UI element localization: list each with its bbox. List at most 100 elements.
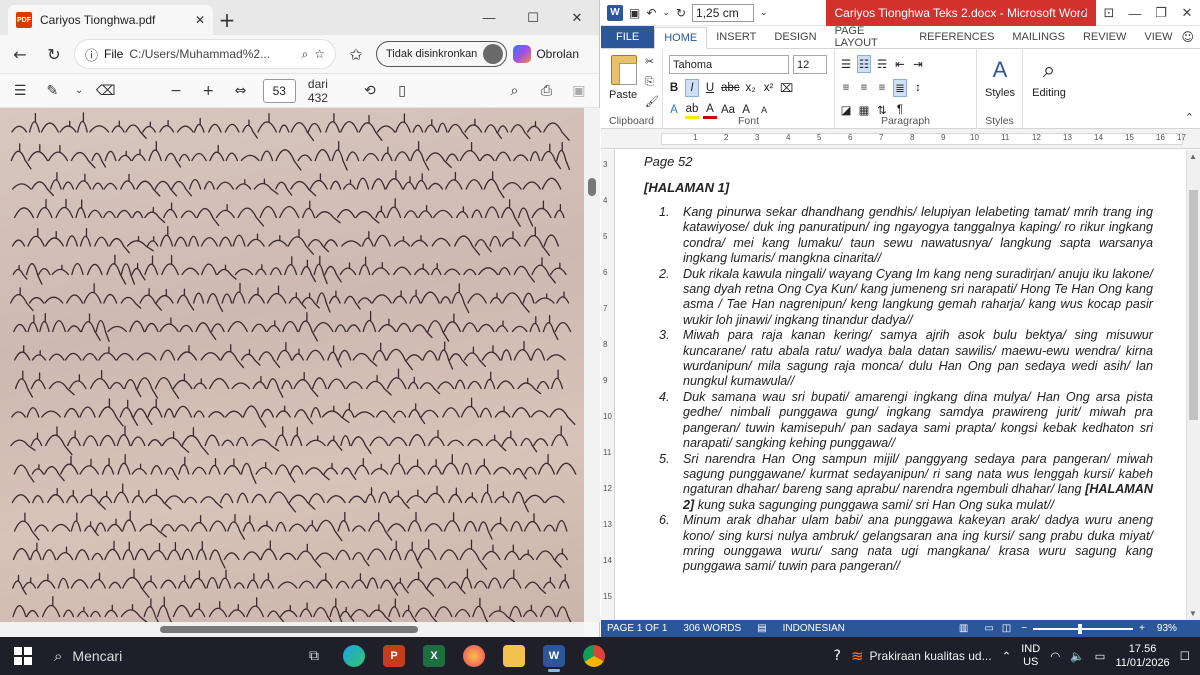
subscript-icon[interactable]: x₂	[744, 79, 758, 97]
read-mode-icon[interactable]: ▥	[959, 623, 968, 634]
powerpoint-app-icon[interactable]: P	[374, 638, 414, 674]
underline-icon[interactable]: U	[703, 79, 717, 97]
battery-icon[interactable]: ▭	[1095, 649, 1106, 663]
favorite-star-icon[interactable]: ☆	[314, 47, 325, 61]
collapse-ribbon-icon[interactable]: ⌃	[1185, 111, 1194, 124]
page-count-status[interactable]: PAGE 1 OF 1	[607, 623, 667, 634]
align-right-icon[interactable]: ≡	[875, 79, 889, 97]
highlight-icon[interactable]: ✎	[42, 80, 62, 102]
zoom-search-icon[interactable]: ⌕	[302, 47, 309, 62]
zoom-in-icon[interactable]: +	[198, 80, 218, 102]
task-view-icon[interactable]: ⧉	[294, 638, 334, 674]
ribbon-display-icon[interactable]: ⊡	[1096, 5, 1122, 21]
zoom-out-icon[interactable]: −	[166, 80, 186, 102]
minimize-icon[interactable]: —	[1122, 6, 1148, 21]
refresh-icon[interactable]: ↻	[40, 40, 68, 68]
close-tab-icon[interactable]: ✕	[195, 13, 205, 27]
scroll-thumb[interactable]	[160, 626, 418, 633]
bullets-icon[interactable]: ☰	[839, 55, 853, 73]
editing-button[interactable]: ⌕ Editing	[1027, 55, 1071, 99]
erase-icon[interactable]: ⌫	[96, 80, 116, 102]
chevron-up-icon[interactable]: ⌃	[1002, 649, 1012, 663]
document-page[interactable]: Page 52 [HALAMAN 1] 1. Kang pinurwa sekar…	[615, 150, 1186, 620]
increase-indent-icon[interactable]: ⇥	[911, 55, 925, 73]
close-window-icon[interactable]: ✕	[1174, 5, 1200, 21]
clock[interactable]: 17.56 11/01/2026	[1115, 642, 1169, 670]
wifi-icon[interactable]: ◠	[1050, 649, 1060, 663]
start-button-icon[interactable]	[14, 647, 32, 665]
save-icon[interactable]: ▣	[629, 6, 640, 20]
align-left-icon[interactable]: ≡	[839, 79, 853, 97]
cut-icon[interactable]: ✂	[645, 55, 654, 68]
favorites-icon[interactable]: ✩	[342, 40, 370, 68]
scroll-thumb[interactable]	[1189, 190, 1198, 420]
search-icon[interactable]: ⌕	[504, 80, 524, 102]
tab-insert[interactable]: INSERT	[707, 26, 765, 48]
zoom-level[interactable]: 93%	[1157, 623, 1177, 634]
user-icon[interactable]: ☺	[1181, 26, 1194, 48]
zoom-slider[interactable]	[1033, 623, 1134, 634]
font-name-field[interactable]: Tahoma	[669, 55, 789, 74]
pdf-horizontal-scrollbar[interactable]	[0, 622, 584, 637]
line-spacing-icon[interactable]: ↕	[911, 79, 925, 97]
tab-page-layout[interactable]: PAGE LAYOUT	[826, 25, 911, 49]
justify-icon[interactable]: ≣	[893, 79, 907, 97]
page-view-icon[interactable]: ▯	[392, 80, 412, 102]
horizontal-ruler[interactable]: 1 2 3 4 5 6 7 8 9 10 11 12 13 14 15 16 1…	[601, 129, 1200, 149]
multilevel-list-icon[interactable]: ☴	[875, 55, 889, 73]
pdf-vertical-scrollbar[interactable]	[584, 108, 600, 622]
taskbar-search[interactable]: ⌕ Mencari	[54, 647, 294, 665]
page-number-input[interactable]: 53	[262, 78, 296, 103]
minimize-icon[interactable]: —	[467, 10, 511, 25]
undo-icon[interactable]: ↶	[646, 6, 656, 20]
close-window-icon[interactable]: ✕	[555, 10, 599, 26]
back-icon[interactable]: ←	[6, 40, 34, 68]
restore-icon[interactable]: ❐	[1148, 5, 1174, 21]
clear-format-icon[interactable]: ⌧	[780, 79, 794, 97]
paste-icon[interactable]	[611, 55, 637, 85]
align-center-icon[interactable]: ≡	[857, 79, 871, 97]
rotate-icon[interactable]: ⟲	[360, 80, 380, 102]
scroll-thumb[interactable]	[588, 178, 596, 196]
format-painter-icon[interactable]: 🖌	[645, 95, 659, 108]
tab-review[interactable]: REVIEW	[1074, 26, 1135, 48]
tab-file[interactable]: FILE	[601, 26, 655, 48]
volume-icon[interactable]: 🔈	[1070, 649, 1084, 663]
tab-home[interactable]: HOME	[654, 27, 708, 49]
help-circle-icon[interactable]: ?	[834, 648, 841, 664]
zoom-in-icon[interactable]: +	[1139, 623, 1145, 634]
fit-width-icon[interactable]: ⇔	[230, 80, 250, 102]
chevron-down-icon[interactable]: ⌄	[760, 8, 768, 18]
language-status[interactable]: INDONESIAN	[783, 623, 845, 634]
url-field[interactable]: ⓘ File C:/Users/Muhammad%2... ⌕ ☆	[74, 39, 336, 69]
excel-app-icon[interactable]: X	[414, 638, 454, 674]
scroll-up-icon[interactable]: ▲	[1189, 152, 1197, 161]
font-size-field[interactable]: 12	[793, 55, 827, 74]
edge-app-icon[interactable]	[334, 638, 374, 674]
redo-icon[interactable]: ↻	[676, 6, 686, 20]
tab-view[interactable]: VIEW	[1135, 26, 1181, 48]
web-layout-icon[interactable]: ◫	[1002, 623, 1011, 634]
italic-icon[interactable]: I	[685, 79, 699, 97]
word-count-status[interactable]: 306 WORDS	[683, 623, 741, 634]
chrome-app-icon[interactable]	[574, 638, 614, 674]
print-icon[interactable]: ⎙	[537, 80, 557, 102]
chevron-down-icon[interactable]: ⌄	[74, 80, 83, 102]
firefox-app-icon[interactable]	[454, 638, 494, 674]
line-spacing-field[interactable]: 1,25 cm	[692, 3, 755, 22]
contents-icon[interactable]: ☰	[10, 80, 30, 102]
tab-mailings[interactable]: MAILINGS	[1003, 26, 1074, 48]
vertical-ruler[interactable]: 3 4 5 6 7 8 9 10 11 12 13 14 15	[601, 150, 615, 620]
styles-button[interactable]: A Styles	[981, 55, 1019, 99]
word-vertical-scrollbar[interactable]: ▲ ▼	[1186, 150, 1200, 620]
zoom-slider-knob[interactable]	[1078, 623, 1083, 634]
input-language[interactable]: IND US	[1021, 643, 1040, 669]
maximize-icon[interactable]: ☐	[511, 10, 555, 26]
proofing-icon[interactable]: ▤	[757, 623, 766, 634]
save-icon[interactable]: ▣	[569, 80, 589, 102]
chevron-down-icon[interactable]: ⌄	[662, 8, 670, 18]
superscript-icon[interactable]: x²	[762, 79, 776, 97]
tab-design[interactable]: DESIGN	[765, 26, 825, 48]
copy-icon[interactable]: ⎘	[645, 75, 654, 89]
help-icon[interactable]: ?	[1070, 6, 1096, 21]
